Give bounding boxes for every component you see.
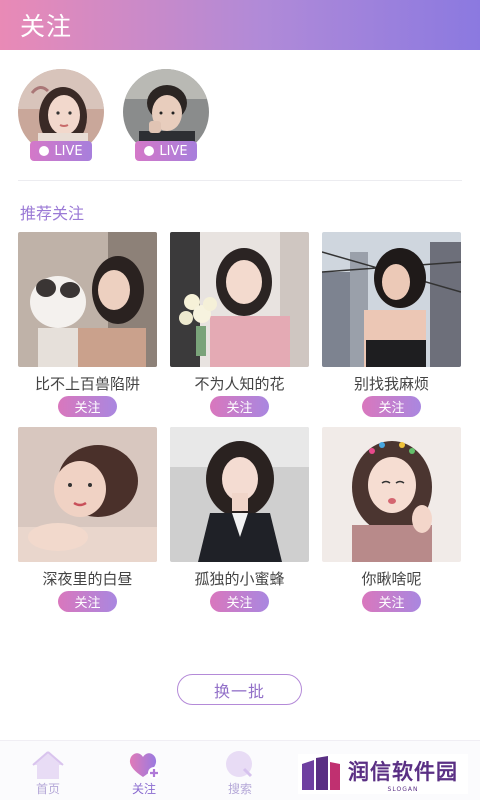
- user-name[interactable]: 深夜里的白昼: [18, 568, 157, 589]
- recommend-card[interactable]: 比不上百兽陷阱 关注: [18, 232, 157, 417]
- recommend-card[interactable]: 别找我麻烦 关注: [322, 232, 461, 417]
- live-badge-label: LIVE: [159, 143, 188, 159]
- follow-button[interactable]: 关注: [362, 591, 421, 612]
- tab-label: 搜索: [227, 782, 252, 796]
- user-photo[interactable]: [322, 427, 461, 562]
- page-title: 关注: [20, 12, 73, 41]
- recommend-card[interactable]: 不为人知的花 关注: [170, 232, 309, 417]
- follow-button[interactable]: 关注: [58, 591, 117, 612]
- brand-logo-icon: [302, 756, 340, 790]
- live-badge: LIVE: [135, 141, 197, 161]
- live-dot-icon: [144, 146, 155, 156]
- live-badge: LIVE: [30, 141, 92, 161]
- brand-watermark: 润信软件园 SLOGAN: [298, 754, 468, 794]
- refresh-button[interactable]: 换一批: [177, 674, 302, 705]
- user-name[interactable]: 你瞅啥呢: [322, 568, 461, 589]
- tab-follow[interactable]: 关注: [114, 747, 174, 797]
- top-bar: 关注: [0, 0, 480, 50]
- tab-label: 首页: [35, 782, 60, 796]
- user-name[interactable]: 孤独的小蜜蜂: [170, 568, 309, 589]
- live-users-row: LIVE LIVE: [18, 69, 209, 165]
- main-content: LIVE LIVE 推荐关注 比不上百兽陷阱 关注 不为人知的花 关注 别找我麻…: [0, 50, 480, 740]
- brand-slogan: SLOGAN: [387, 785, 419, 793]
- live-user[interactable]: LIVE: [123, 69, 209, 165]
- user-photo[interactable]: [170, 232, 309, 367]
- tab-search[interactable]: 搜索: [210, 747, 270, 797]
- user-name[interactable]: 比不上百兽陷阱: [18, 373, 157, 394]
- brand-name: 润信软件园: [348, 759, 458, 784]
- user-photo[interactable]: [170, 427, 309, 562]
- user-photo[interactable]: [18, 232, 157, 367]
- follow-button[interactable]: 关注: [210, 396, 269, 417]
- recommend-card[interactable]: 你瞅啥呢 关注: [322, 427, 461, 612]
- heart-plus-icon: [129, 753, 160, 779]
- tab-home[interactable]: 首页: [18, 747, 78, 797]
- recommend-card[interactable]: 孤独的小蜜蜂 关注: [170, 427, 309, 612]
- recommend-grid: 比不上百兽陷阱 关注 不为人知的花 关注 别找我麻烦 关注 深夜里的白昼 关注 …: [18, 232, 462, 612]
- live-dot-icon: [39, 146, 50, 156]
- follow-button[interactable]: 关注: [58, 396, 117, 417]
- section-title: 推荐关注: [20, 204, 85, 223]
- follow-button[interactable]: 关注: [210, 591, 269, 612]
- user-photo[interactable]: [18, 427, 157, 562]
- tab-label: 关注: [131, 782, 156, 796]
- live-badge-label: LIVE: [54, 143, 83, 159]
- recommend-card[interactable]: 深夜里的白昼 关注: [18, 427, 157, 612]
- live-user[interactable]: LIVE: [18, 69, 104, 165]
- divider: [18, 180, 462, 181]
- user-name[interactable]: 不为人知的花: [170, 373, 309, 394]
- search-icon: [226, 751, 253, 778]
- user-name[interactable]: 别找我麻烦: [322, 373, 461, 394]
- user-photo[interactable]: [322, 232, 461, 367]
- home-icon: [32, 751, 64, 779]
- follow-button[interactable]: 关注: [362, 396, 421, 417]
